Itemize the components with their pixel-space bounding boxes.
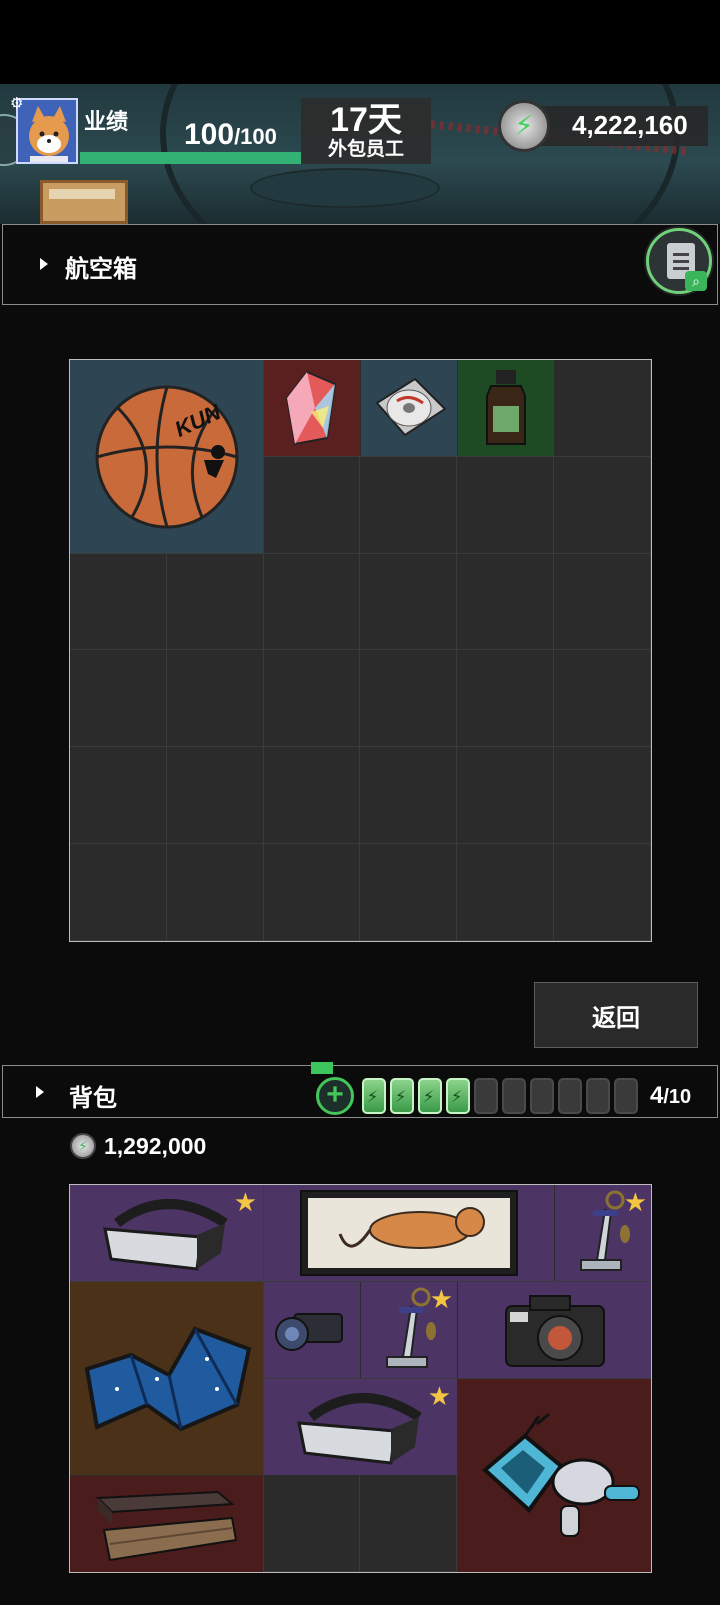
inventory-item-camera[interactable] <box>458 1282 651 1378</box>
robot-figure-icon <box>481 1412 640 1537</box>
cd-disc-icon <box>375 377 447 437</box>
grid-cell[interactable] <box>166 843 264 941</box>
wooden-box-icon <box>95 1490 237 1562</box>
star-map-icon <box>84 1326 251 1431</box>
battery-full-icon <box>446 1078 470 1114</box>
energy-coin-icon: ⚡ <box>70 1133 96 1159</box>
inventory-search-button[interactable]: ⌕ <box>646 228 712 294</box>
grid-cell[interactable] <box>360 747 458 844</box>
grid-cell[interactable] <box>263 650 361 748</box>
camera-icon <box>504 1295 605 1367</box>
inventory-item-robot-figure[interactable] <box>458 1379 651 1572</box>
backpack-currency: 1,292,000 <box>104 1133 207 1159</box>
grid-cell[interactable] <box>360 650 458 748</box>
grid-cell[interactable] <box>553 650 651 748</box>
hud-header: ⚙ 业绩 100/100 17天 外包员工 ⚡ 4,222,160 <box>0 84 720 224</box>
battery-full-icon <box>390 1078 414 1114</box>
magnifier-icon: ⌕ <box>685 271 707 291</box>
role-title: 外包员工 <box>327 139 404 160</box>
star-icon: ★ <box>427 1381 451 1411</box>
days-panel: 17天 外包员工 <box>301 98 431 164</box>
return-button[interactable]: 返回 <box>534 982 698 1048</box>
caret-right-icon <box>40 258 48 270</box>
performance-bar-fill <box>80 152 302 164</box>
medicine-bottle-icon <box>486 370 526 445</box>
grid-cell[interactable] <box>70 747 167 844</box>
inventory-item-medicine[interactable] <box>458 360 554 456</box>
scope-icon <box>275 1313 343 1351</box>
grid-cell[interactable] <box>70 843 167 941</box>
inventory-item-basketball[interactable]: KUN <box>70 360 263 553</box>
grid-cell[interactable] <box>263 1475 361 1573</box>
grid-cell[interactable] <box>553 843 651 941</box>
grid-cell[interactable] <box>457 456 554 554</box>
grid-cell[interactable] <box>457 650 554 748</box>
grid-cell[interactable] <box>553 456 651 554</box>
star-icon: ★ <box>623 1187 647 1217</box>
grid-cell[interactable] <box>70 650 167 748</box>
crystal-icon <box>285 370 337 446</box>
battery-empty-icon <box>586 1078 610 1114</box>
battery-empty-icon <box>614 1078 638 1114</box>
grid-cell[interactable] <box>360 1475 458 1573</box>
battery-empty-icon <box>474 1078 498 1114</box>
mission-card[interactable] <box>40 180 128 224</box>
star-icon: ★ <box>233 1187 257 1217</box>
inventory-item-vr-headset-2[interactable]: ★ <box>264 1379 457 1475</box>
grid-cell[interactable] <box>166 747 264 844</box>
grid-cell[interactable] <box>263 843 361 941</box>
inventory-item-cd[interactable] <box>361 360 457 456</box>
vr-headset-icon <box>102 1199 228 1271</box>
vr-headset-icon <box>296 1393 422 1465</box>
grid-cell[interactable] <box>360 553 458 651</box>
flight-case-title: 航空箱 <box>65 256 137 283</box>
battery-slots: + <box>311 1062 638 1122</box>
ad-play-icon <box>311 1062 333 1074</box>
inventory-item-scope[interactable] <box>264 1282 360 1378</box>
grid-cell[interactable] <box>263 553 361 651</box>
grid-cell[interactable] <box>263 747 361 844</box>
battery-full-icon <box>418 1078 442 1114</box>
add-battery-button[interactable]: + <box>311 1062 354 1115</box>
grid-cell[interactable] <box>360 843 458 941</box>
grid-cell[interactable] <box>553 747 651 844</box>
inventory-item-tiger-painting[interactable] <box>264 1185 554 1281</box>
battery-empty-icon <box>502 1078 526 1114</box>
inventory-item-star-map[interactable] <box>70 1282 263 1475</box>
grid-cell[interactable] <box>553 553 651 651</box>
gear-icon[interactable]: ⚙ <box>10 96 26 112</box>
basketball-icon <box>95 385 238 528</box>
shiba-avatar-icon <box>18 100 76 162</box>
battery-count: 4/10 <box>650 1082 692 1109</box>
grid-cell[interactable] <box>457 843 554 941</box>
battery-empty-icon <box>558 1078 582 1114</box>
grid-cell[interactable] <box>360 456 458 554</box>
inventory-item-crystal[interactable] <box>264 360 360 456</box>
inventory-item-sword-keychain[interactable]: ★ <box>555 1185 651 1281</box>
inventory-item-vr-headset[interactable]: ★ <box>70 1185 263 1281</box>
performance-value: 100/100 <box>184 118 277 151</box>
caret-right-icon <box>36 1086 44 1098</box>
background-platform <box>250 168 440 208</box>
currency-value: 4,222,160 <box>572 110 688 140</box>
battery-full-icon <box>362 1078 386 1114</box>
grid-cell[interactable] <box>166 650 264 748</box>
star-icon: ★ <box>429 1284 453 1314</box>
days-count: 17天 <box>330 101 402 139</box>
backpack-title: 背包 <box>69 1085 117 1112</box>
grid-cell[interactable] <box>263 456 361 554</box>
flight-case-header[interactable]: 航空箱 <box>2 224 718 305</box>
energy-coin-icon: ⚡ <box>498 100 550 152</box>
grid-cell[interactable] <box>457 747 554 844</box>
tiger-painting-icon <box>300 1190 518 1276</box>
grid-cell[interactable] <box>70 553 167 651</box>
grid-cell[interactable] <box>166 553 264 651</box>
performance-label: 业绩 <box>84 109 129 134</box>
battery-empty-icon <box>530 1078 554 1114</box>
grid-cell[interactable] <box>553 360 651 457</box>
inventory-item-sword-keychain-2[interactable]: ★ <box>361 1282 457 1378</box>
inventory-item-wooden-box[interactable] <box>70 1476 263 1572</box>
grid-cell[interactable] <box>457 553 554 651</box>
status-bar-area <box>0 0 720 84</box>
